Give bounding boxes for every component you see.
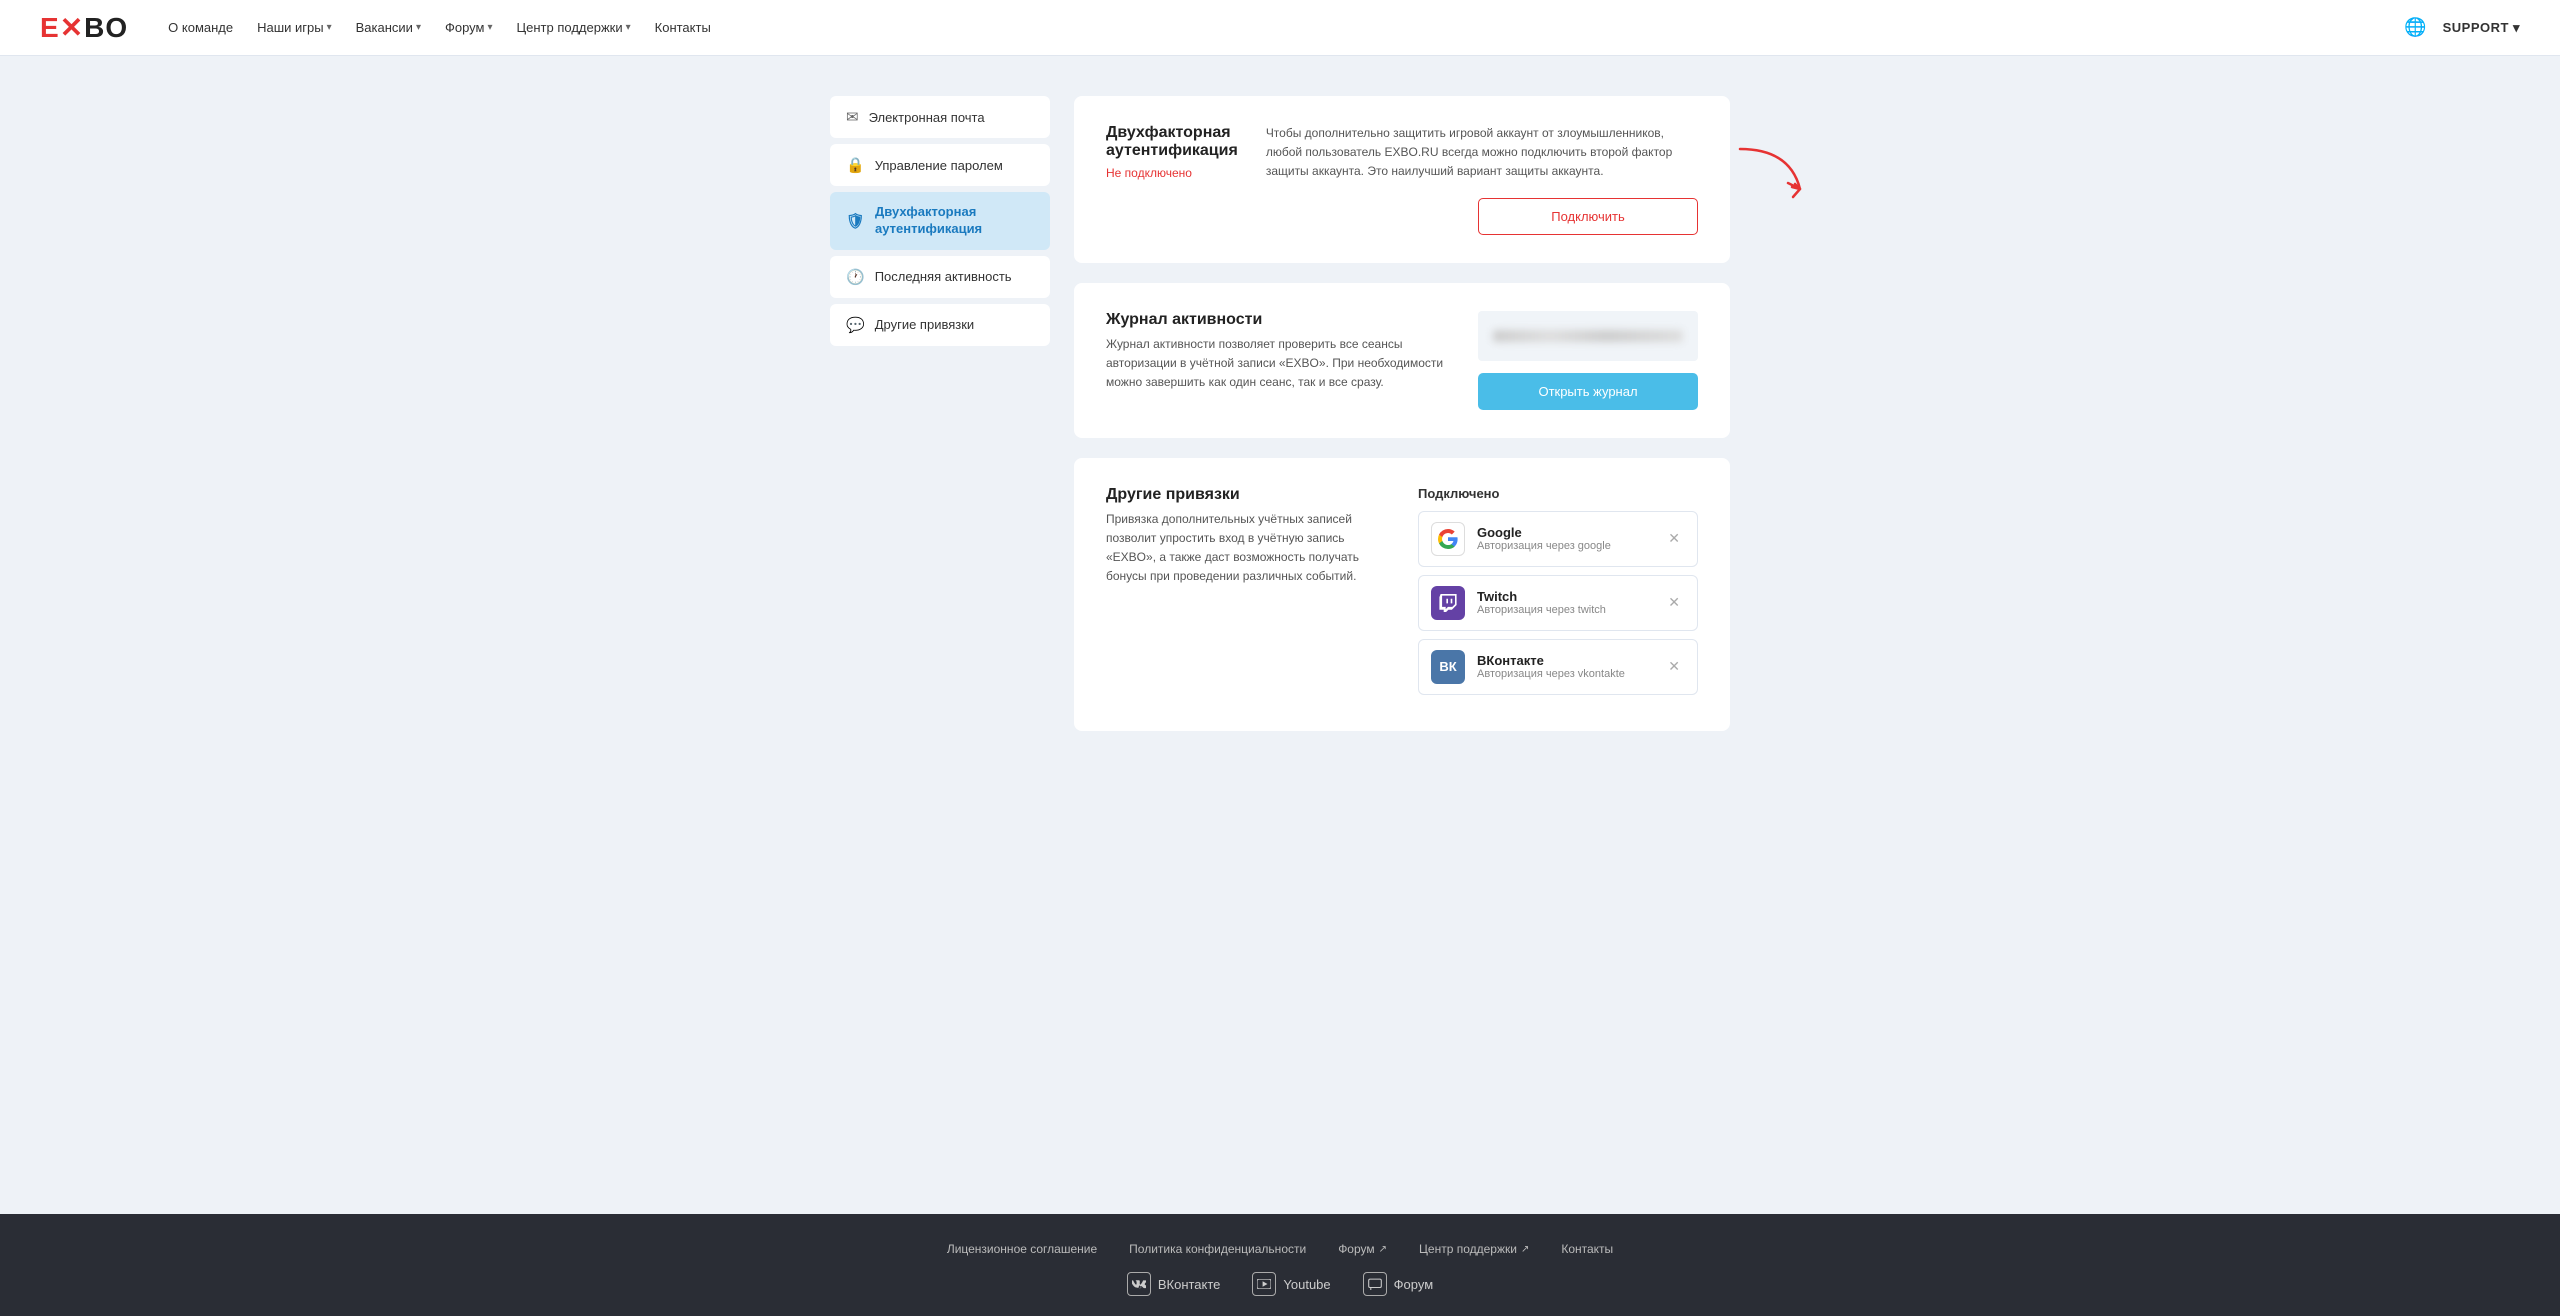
clock-icon: 🕐 — [846, 268, 865, 286]
binding-item-twitch: Twitch Авторизация через twitch ✕ — [1418, 575, 1698, 631]
tfa-card-right: Чтобы дополнительно защитить игровой акк… — [1266, 124, 1698, 235]
binding-item-google: Google Авторизация через google ✕ — [1418, 511, 1698, 567]
sidebar-item-bindings[interactable]: 💬 Другие привязки — [830, 304, 1050, 346]
connect-button[interactable]: Подключить — [1478, 198, 1698, 235]
logo-text: E✕BO — [40, 11, 128, 44]
sidebar: ✉ Электронная почта 🔒 Управление паролем… — [830, 96, 1050, 1174]
activity-preview — [1478, 311, 1698, 361]
twitch-binding-info: Twitch Авторизация через twitch — [1477, 589, 1651, 616]
logo[interactable]: E✕BO — [40, 11, 128, 44]
footer: Лицензионное соглашение Политика конфиде… — [0, 1214, 2560, 1316]
google-remove-button[interactable]: ✕ — [1663, 528, 1685, 549]
bindings-card: Другие привязки Привязка дополнительных … — [1074, 458, 1730, 731]
cards-area: Двухфакторная аутентификация Не подключе… — [1074, 96, 1730, 1174]
tfa-card-left: Двухфакторная аутентификация Не подключе… — [1106, 124, 1238, 235]
vk-binding-info: ВКонтакте Авторизация через vkontakte — [1477, 653, 1651, 680]
footer-license[interactable]: Лицензионное соглашение — [947, 1242, 1097, 1256]
activity-card-right: Открыть журнал — [1478, 311, 1698, 410]
email-icon: ✉ — [846, 108, 859, 126]
chevron-down-icon: ▾ — [327, 22, 332, 33]
connected-label: Подключено — [1418, 486, 1698, 501]
tfa-card: Двухфакторная аутентификация Не подключе… — [1074, 96, 1730, 263]
header: E✕BO О команде Наши игры ▾ Вакансии ▾ Фо… — [0, 0, 2560, 56]
activity-title: Журнал активности — [1106, 311, 1450, 329]
activity-card: Журнал активности Журнал активности позв… — [1074, 283, 1730, 438]
footer-privacy[interactable]: Политика конфиденциальности — [1129, 1242, 1306, 1256]
activity-blur-content — [1493, 330, 1683, 342]
chat-icon: 💬 — [846, 316, 865, 334]
twitch-binding-name: Twitch — [1477, 589, 1651, 604]
vk-remove-button[interactable]: ✕ — [1663, 656, 1685, 677]
vk-social-icon — [1127, 1272, 1151, 1296]
shield-icon: 🛡 — [846, 212, 865, 230]
nav-vacancies[interactable]: Вакансии ▾ — [356, 20, 421, 35]
chevron-down-icon: ▾ — [416, 22, 421, 33]
vk-binding-name: ВКонтакте — [1477, 653, 1651, 668]
social-vk[interactable]: ВКонтакте — [1127, 1272, 1221, 1296]
sidebar-item-2fa[interactable]: 🛡 Двухфакторная аутентификация — [830, 192, 1050, 250]
social-forum[interactable]: Форум — [1363, 1272, 1434, 1296]
nav-support[interactable]: Центр поддержки ▾ — [517, 20, 631, 35]
google-binding-name: Google — [1477, 525, 1651, 540]
bindings-description: Привязка дополнительных учётных записей … — [1106, 510, 1390, 587]
bindings-card-right: Подключено Google — [1418, 486, 1698, 703]
youtube-social-icon — [1252, 1272, 1276, 1296]
footer-links: Лицензионное соглашение Политика конфиде… — [40, 1242, 2520, 1256]
activity-card-left: Журнал активности Журнал активности позв… — [1106, 311, 1450, 410]
nav-forum[interactable]: Форум ▾ — [445, 20, 493, 35]
twitch-binding-desc: Авторизация через twitch — [1477, 604, 1651, 616]
chevron-up-icon: ↗ — [1521, 1244, 1529, 1255]
footer-support[interactable]: Центр поддержки ↗ — [1419, 1242, 1529, 1256]
main-nav: О команде Наши игры ▾ Вакансии ▾ Форум ▾… — [168, 20, 2404, 35]
red-arrow-annotation — [1730, 139, 1820, 219]
support-button[interactable]: SUPPORT ▾ — [2443, 20, 2520, 36]
nav-contacts[interactable]: Контакты — [655, 20, 711, 35]
chevron-up-icon: ↗ — [1379, 1244, 1387, 1255]
footer-contacts[interactable]: Контакты — [1561, 1242, 1613, 1256]
lock-icon: 🔒 — [846, 156, 865, 174]
footer-social: ВКонтакте Youtube Форум — [40, 1272, 2520, 1296]
footer-forum[interactable]: Форум ↗ — [1338, 1242, 1387, 1256]
chevron-down-icon: ▾ — [626, 22, 631, 33]
globe-icon[interactable]: 🌐 — [2404, 17, 2426, 38]
sidebar-item-activity[interactable]: 🕐 Последняя активность — [830, 256, 1050, 298]
tfa-description: Чтобы дополнительно защитить игровой акк… — [1266, 124, 1698, 182]
twitch-remove-button[interactable]: ✕ — [1663, 592, 1685, 613]
bindings-title: Другие привязки — [1106, 486, 1390, 504]
header-right: 🌐 SUPPORT ▾ — [2404, 17, 2520, 38]
vk-icon: ВК — [1431, 650, 1465, 684]
activity-description: Журнал активности позволяет проверить вс… — [1106, 335, 1450, 393]
tfa-subtitle: Не подключено — [1106, 166, 1238, 180]
chevron-down-icon: ▾ — [2513, 20, 2520, 36]
content-wrapper: ✉ Электронная почта 🔒 Управление паролем… — [830, 96, 1730, 1174]
sidebar-item-password[interactable]: 🔒 Управление паролем — [830, 144, 1050, 186]
open-journal-button[interactable]: Открыть журнал — [1478, 373, 1698, 410]
vk-binding-desc: Авторизация через vkontakte — [1477, 668, 1651, 680]
forum-social-icon — [1363, 1272, 1387, 1296]
bindings-card-left: Другие привязки Привязка дополнительных … — [1106, 486, 1390, 587]
chevron-down-icon: ▾ — [487, 22, 492, 33]
binding-item-vk: ВК ВКонтакте Авторизация через vkontakte… — [1418, 639, 1698, 695]
main-content: ✉ Электронная почта 🔒 Управление паролем… — [0, 56, 2560, 1214]
sidebar-item-email[interactable]: ✉ Электронная почта — [830, 96, 1050, 138]
google-binding-desc: Авторизация через google — [1477, 540, 1651, 552]
google-binding-info: Google Авторизация через google — [1477, 525, 1651, 552]
tfa-title: Двухфакторная аутентификация — [1106, 124, 1238, 160]
nav-games[interactable]: Наши игры ▾ — [257, 20, 332, 35]
social-youtube[interactable]: Youtube — [1252, 1272, 1330, 1296]
nav-about[interactable]: О команде — [168, 20, 233, 35]
google-icon — [1431, 522, 1465, 556]
twitch-icon — [1431, 586, 1465, 620]
